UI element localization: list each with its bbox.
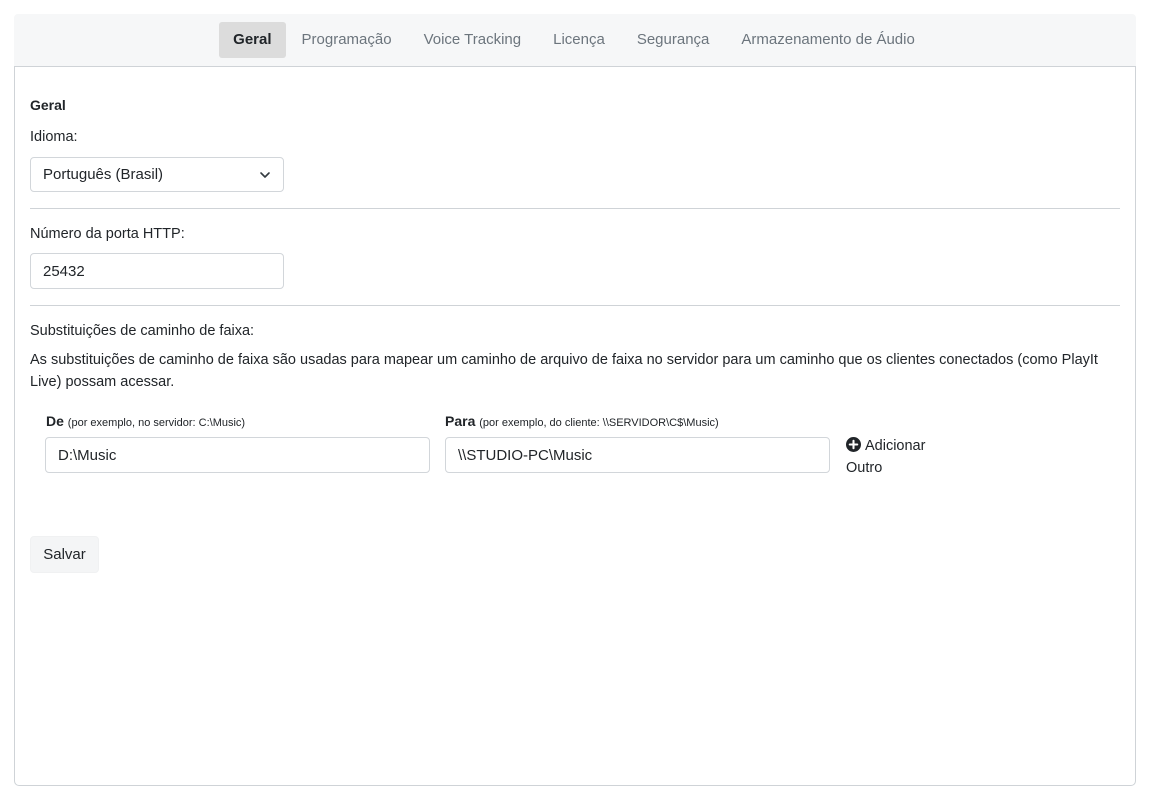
path-substitutions-title: Substituições de caminho de faixa: — [30, 323, 255, 339]
settings-panel: Geral Idioma: Português (Brasil) Número … — [14, 66, 1136, 786]
save-button[interactable]: Salvar — [30, 536, 99, 573]
tab-seguranca[interactable]: Segurança — [621, 22, 726, 58]
path-substitutions-description: As substituições de caminho de faixa são… — [30, 352, 1098, 390]
tab-programacao[interactable]: Programação — [286, 22, 408, 58]
from-field-label: De (por exemplo, no servidor: C:\Music) — [46, 413, 245, 429]
divider — [30, 305, 1120, 306]
from-path-input[interactable] — [45, 437, 430, 473]
to-path-input[interactable] — [445, 437, 830, 473]
tab-geral[interactable]: Geral — [219, 22, 286, 58]
from-hint: (por exemplo, no servidor: C:\Music) — [67, 417, 246, 429]
from-label: De — [46, 413, 64, 429]
port-label: Número da porta HTTP: — [30, 226, 185, 242]
language-select[interactable]: Português (Brasil) — [30, 157, 284, 192]
tab-armazenamento-de-audio[interactable]: Armazenamento de Áudio — [725, 22, 930, 58]
tab-bar: Geral Programação Voice Tracking Licença… — [14, 14, 1136, 66]
add-another-button[interactable]: Adicionar Outro — [846, 435, 956, 479]
plus-circle-icon — [846, 437, 861, 452]
section-title: Geral — [30, 97, 66, 113]
tab-licenca[interactable]: Licença — [537, 22, 621, 58]
port-input[interactable] — [30, 253, 284, 289]
to-hint: (por exemplo, do cliente: \\SERVIDOR\C$\… — [479, 417, 719, 429]
chevron-down-icon — [260, 172, 270, 178]
divider — [30, 208, 1120, 209]
to-field-label: Para (por exemplo, do cliente: \\SERVIDO… — [445, 413, 719, 429]
language-select-value: Português (Brasil) — [43, 166, 164, 183]
language-label: Idioma: — [30, 129, 78, 145]
tab-list: Geral Programação Voice Tracking Licença… — [14, 22, 1136, 58]
tab-voice-tracking[interactable]: Voice Tracking — [408, 22, 538, 58]
to-label: Para — [445, 413, 476, 429]
